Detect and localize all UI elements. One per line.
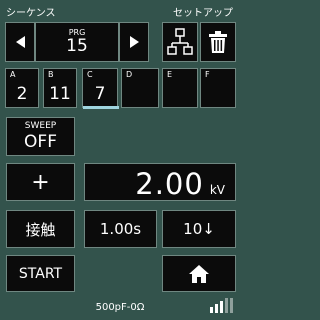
signal-icon (210, 298, 236, 316)
interval-value: 1.00s (99, 220, 142, 238)
header-left-title: シーケンス (6, 8, 56, 19)
slot-value: 2 (16, 84, 28, 104)
slot-value: 11 (49, 84, 71, 104)
start-button[interactable]: START (6, 255, 75, 292)
next-program-button[interactable] (119, 22, 149, 62)
slot-letter: E (167, 70, 173, 79)
slot-e[interactable]: E (162, 68, 198, 108)
slot-letter: B (48, 70, 54, 79)
voltage-unit: kV (209, 183, 225, 197)
count-value: 10↓ (183, 220, 215, 238)
tree-icon (167, 28, 193, 55)
program-display[interactable]: PRG 15 (35, 22, 119, 62)
home-icon (189, 264, 209, 283)
sweep-label: SWEEP (24, 121, 57, 131)
slot-letter: A (10, 70, 16, 79)
slot-f[interactable]: F (200, 68, 236, 108)
slot-a[interactable]: A 2 (5, 68, 39, 108)
selected-slot-indicator (83, 106, 119, 109)
footer-status: 500pF-0Ω (95, 302, 145, 313)
polarity-symbol: + (31, 169, 50, 195)
slot-d[interactable]: D (121, 68, 159, 108)
slot-b[interactable]: B 11 (43, 68, 77, 108)
sweep-value: OFF (24, 132, 57, 152)
right-arrow-icon (129, 36, 139, 48)
voltage-display[interactable]: 2.00 kV (84, 163, 236, 201)
start-label: START (18, 265, 63, 282)
contact-mode-button[interactable]: 接触 (6, 210, 75, 248)
slot-c[interactable]: C 7 (82, 68, 118, 108)
count-button[interactable]: 10↓ (162, 210, 236, 248)
left-arrow-icon (15, 36, 25, 48)
interval-button[interactable]: 1.00s (84, 210, 157, 248)
slot-letter: F (205, 70, 210, 79)
voltage-value: 2.00 (135, 167, 204, 201)
home-button[interactable] (162, 255, 236, 292)
slot-letter: C (87, 70, 93, 79)
slot-value: 7 (94, 84, 106, 104)
program-value: 15 (66, 36, 88, 56)
prev-program-button[interactable] (5, 22, 35, 62)
polarity-button[interactable]: + (6, 163, 75, 201)
contact-mode-label: 接触 (25, 220, 56, 239)
header-right-title: セットアップ (173, 8, 233, 19)
delete-button[interactable] (200, 22, 236, 62)
trash-icon (209, 31, 227, 53)
sweep-button[interactable]: SWEEP OFF (6, 117, 75, 156)
tree-button[interactable] (162, 22, 198, 62)
slot-letter: D (126, 70, 133, 79)
